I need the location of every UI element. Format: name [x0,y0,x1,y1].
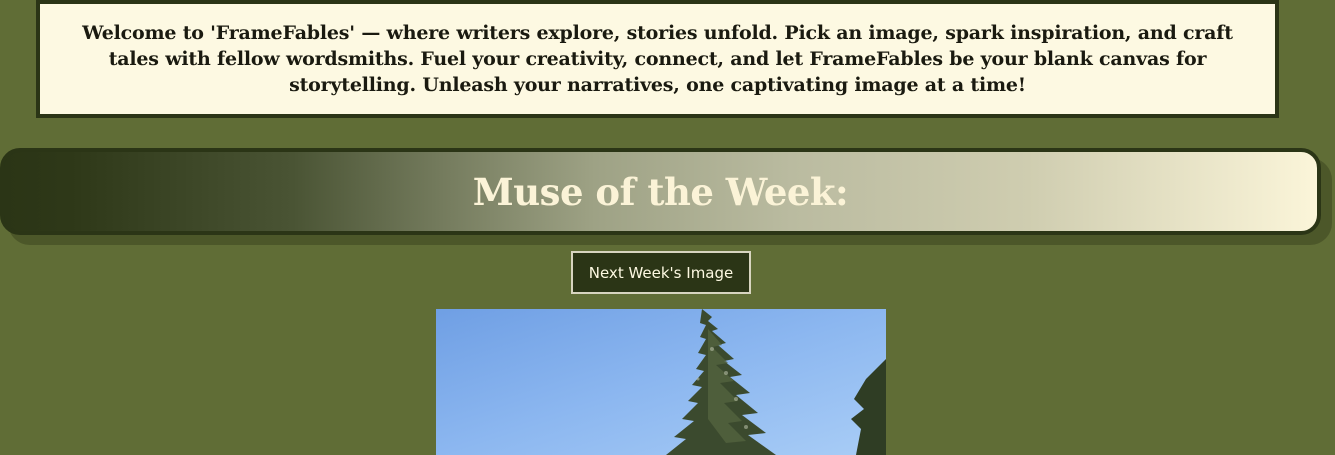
welcome-text: Welcome to 'FrameFables' — where writers… [82,22,1233,96]
tree-photo [436,309,886,455]
next-week-image-button[interactable]: Next Week's Image [571,251,751,294]
welcome-box: Welcome to 'FrameFables' — where writers… [36,0,1279,118]
weekly-muse-image [436,309,886,455]
muse-banner: Muse of the Week: [0,148,1321,235]
muse-title: Muse of the Week: [472,169,849,214]
